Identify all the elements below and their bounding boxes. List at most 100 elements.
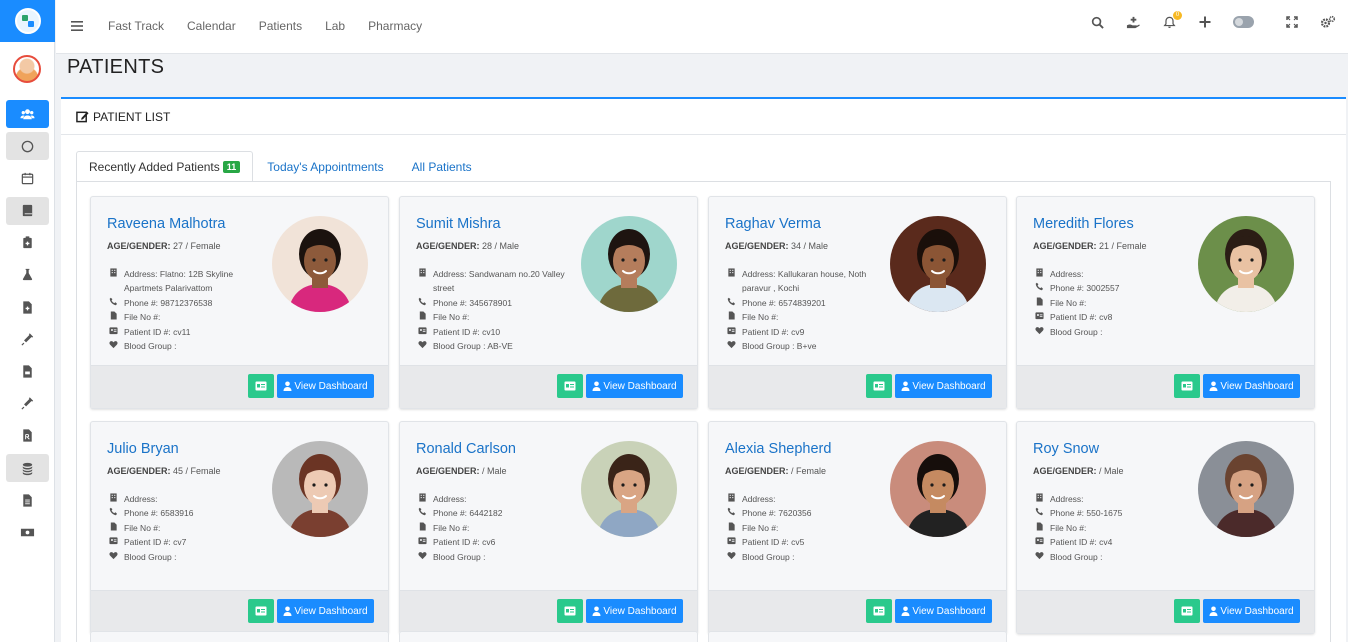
nav-fast-track[interactable]: Fast Track [108, 19, 164, 33]
user-icon [592, 606, 601, 616]
user-icon [1209, 606, 1218, 616]
top-bar: Fast Track Calendar Patients Lab Pharmac… [56, 0, 1348, 54]
view-dashboard-button[interactable]: View Dashboard [1203, 599, 1300, 623]
view-dashboard-button[interactable]: View Dashboard [895, 374, 992, 398]
sidebar-item-lab[interactable] [6, 261, 49, 289]
hamburger-icon[interactable] [70, 19, 84, 33]
file-icon [727, 310, 742, 324]
building-icon [1035, 267, 1050, 281]
sidebar-item-clipboard[interactable] [6, 229, 49, 257]
view-dashboard-button[interactable]: View Dashboard [895, 599, 992, 623]
tab-todays-appointments[interactable]: Today's Appointments [253, 151, 397, 182]
nav-pharmacy[interactable]: Pharmacy [368, 19, 422, 33]
sidebar-item-calendar[interactable] [6, 164, 49, 192]
cogs-icon[interactable] [1320, 14, 1336, 30]
view-dashboard-button[interactable]: View Dashboard [586, 599, 683, 623]
id-card-button[interactable] [557, 374, 583, 398]
patient-name[interactable]: Raghav Verma [725, 216, 821, 232]
patient-id-row: Patient ID #: cv6 [418, 535, 578, 549]
user-avatar[interactable] [13, 55, 41, 83]
patient-name[interactable]: Julio Bryan [107, 441, 179, 457]
sidebar-item-file-medical[interactable] [6, 293, 49, 321]
sidebar-item-database[interactable] [6, 454, 49, 483]
card-footer: View Dashboard [400, 590, 697, 633]
patient-photo [581, 216, 677, 312]
phone-row: Phone #: 6583916 [109, 506, 269, 520]
building-icon [727, 492, 742, 506]
id-badge-icon [727, 325, 742, 339]
patient-photo [272, 216, 368, 312]
flask-icon [22, 269, 33, 281]
id-card-button[interactable] [1174, 599, 1200, 623]
blood-row: Blood Group : B+ve [727, 339, 887, 353]
tab-recently-added[interactable]: Recently Added Patients 11 [76, 151, 254, 182]
sidebar-item-syringe[interactable] [6, 325, 49, 353]
app-logo[interactable] [0, 0, 55, 42]
plus-icon[interactable] [1197, 14, 1213, 30]
patient-name[interactable]: Raveena Malhotra [107, 216, 226, 232]
id-card-button[interactable] [248, 374, 274, 398]
address-row: Address: [1035, 492, 1195, 506]
nav-calendar[interactable]: Calendar [187, 19, 236, 33]
age-gender-value: 27 / Female [170, 241, 221, 251]
patient-name[interactable]: Ronald Carlson [416, 441, 516, 457]
heart-icon [727, 550, 742, 564]
patient-info: Address: Phone #: 6442182 File No #: Patien… [418, 492, 578, 564]
view-dashboard-button[interactable]: View Dashboard [277, 374, 374, 398]
patient-blood-group: Blood Group : [433, 551, 486, 562]
id-card-button[interactable] [866, 374, 892, 398]
id-card-button[interactable] [1174, 374, 1200, 398]
sidebar-item-file-invoice[interactable] [6, 358, 49, 386]
sidebar-item-circle[interactable] [6, 132, 49, 161]
view-dashboard-button[interactable]: View Dashboard [586, 374, 683, 398]
id-card-button[interactable] [866, 599, 892, 623]
sidebar-item-money[interactable] [6, 518, 49, 546]
address-row: Address: Flatno: 12B Skyline Apartmets P… [109, 267, 269, 296]
blood-row: Blood Group : [418, 550, 578, 564]
patient-card-partial [399, 631, 698, 642]
sidebar-item-book[interactable] [6, 196, 49, 225]
sidebar-item-patients[interactable] [6, 100, 49, 128]
patient-id-row: Patient ID #: cv5 [727, 535, 887, 549]
patient-phone: Phone #: 6583916 [124, 508, 194, 519]
nav-patients[interactable]: Patients [259, 19, 302, 33]
nav-lab[interactable]: Lab [325, 19, 345, 33]
bell-icon[interactable]: 0 [1161, 11, 1182, 30]
id-badge-icon [109, 325, 124, 339]
id-badge-icon [1035, 535, 1050, 549]
id-card-button[interactable] [248, 599, 274, 623]
patient-blood-group: Blood Group : [1050, 551, 1103, 562]
view-dashboard-button[interactable]: View Dashboard [1203, 374, 1300, 398]
hand-holding-medical-icon[interactable] [1125, 14, 1141, 30]
building-icon [418, 267, 433, 296]
patient-id-row: Patient ID #: cv7 [109, 535, 269, 549]
user-icon [901, 381, 910, 391]
patient-name[interactable]: Meredith Flores [1033, 216, 1134, 232]
patient-name[interactable]: Sumit Mishra [416, 216, 501, 232]
syringe-icon [21, 397, 34, 410]
sidebar-item-file-prescription[interactable] [6, 422, 49, 450]
theme-toggle[interactable] [1233, 16, 1254, 28]
patient-name[interactable]: Roy Snow [1033, 441, 1099, 457]
coins-icon [22, 462, 33, 475]
patient-card: Raghav Verma AGE/GENDER: 34 / Male Address… [708, 196, 1007, 409]
patient-address: Address: [124, 494, 158, 504]
patient-file-no: File No #: [1050, 297, 1087, 308]
patient-name[interactable]: Alexia Shepherd [725, 441, 831, 457]
patient-phone: Phone #: 3002557 [1050, 283, 1120, 294]
blood-row: Blood Group : [1035, 325, 1195, 339]
age-gender-value: 34 / Male [788, 241, 829, 251]
search-icon[interactable] [1089, 14, 1105, 30]
top-icons: 0 [1069, 11, 1336, 30]
file-row: File No #: [109, 521, 269, 535]
tab-all-patients[interactable]: All Patients [398, 151, 486, 182]
patient-card: Raveena Malhotra AGE/GENDER: 27 / Female A… [90, 196, 389, 409]
id-card-button[interactable] [557, 599, 583, 623]
file-row: File No #: [418, 310, 578, 324]
sidebar-item-syringe-2[interactable] [6, 390, 49, 418]
sidebar-item-document[interactable] [6, 486, 49, 514]
view-dashboard-button[interactable]: View Dashboard [277, 599, 374, 623]
heart-icon [418, 550, 433, 564]
expand-icon[interactable] [1284, 14, 1300, 30]
user-icon [901, 606, 910, 616]
